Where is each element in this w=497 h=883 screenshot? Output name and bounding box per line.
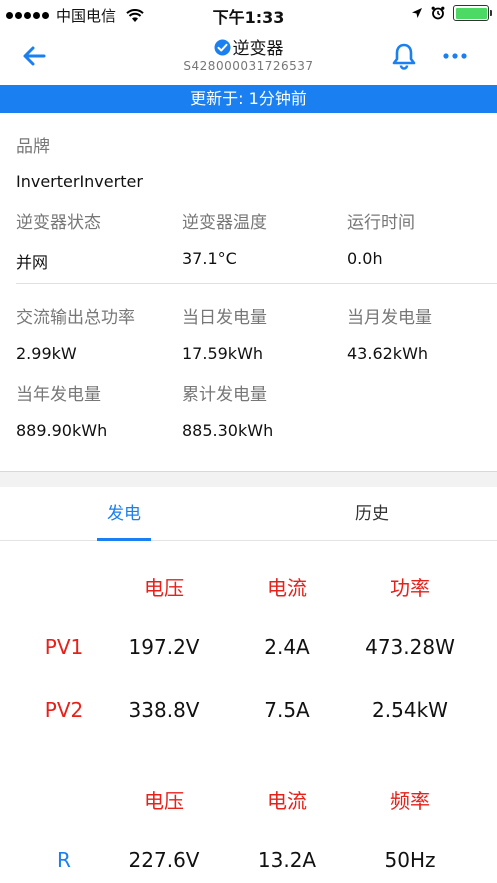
month-energy-label: 当月发电量 bbox=[347, 308, 432, 328]
update-banner: 更新于: 1分钟前 bbox=[0, 85, 497, 113]
status-label: 逆变器状态 bbox=[16, 213, 101, 233]
runtime-value: 0.0h bbox=[347, 249, 383, 268]
bell-icon[interactable] bbox=[390, 42, 418, 70]
phase-r-frequency: 50Hz bbox=[384, 848, 436, 872]
ac-header-current: 电流 bbox=[267, 789, 307, 813]
year-energy-value: 889.90kWh bbox=[16, 421, 108, 440]
tab-bar: 发电 历史 bbox=[0, 487, 497, 541]
phase-r-current: 13.2A bbox=[257, 848, 317, 872]
info-divider bbox=[16, 283, 497, 284]
temperature-label: 逆变器温度 bbox=[182, 213, 267, 233]
verified-check-icon bbox=[214, 39, 230, 56]
day-energy-label: 当日发电量 bbox=[182, 308, 267, 328]
ac-power-label: 交流输出总功率 bbox=[16, 308, 135, 328]
pv2-current: 7.5A bbox=[264, 698, 310, 722]
pv2-voltage: 338.8V bbox=[128, 698, 200, 722]
phase-r-voltage: 227.6V bbox=[128, 848, 200, 872]
pv1-voltage: 197.2V bbox=[128, 635, 200, 659]
status-value: 并网 bbox=[16, 253, 49, 272]
dc-header-power: 功率 bbox=[390, 576, 430, 600]
runtime-label: 运行时间 bbox=[347, 213, 415, 233]
temperature-value: 37.1°C bbox=[182, 249, 237, 268]
ac-power-value: 2.99kW bbox=[16, 344, 77, 363]
serial-number: S428000031726537 bbox=[183, 59, 314, 73]
total-energy-value: 885.30kWh bbox=[182, 421, 274, 440]
inverter-info-panel: 品牌 InverterInverter 逆变器状态 逆变器温度 运行时间 并网 … bbox=[0, 113, 497, 471]
dc-header-current: 电流 bbox=[267, 576, 307, 600]
active-tab-indicator bbox=[97, 538, 151, 541]
dc-header-voltage: 电压 bbox=[144, 576, 184, 600]
page-title: 逆变器 bbox=[0, 34, 497, 59]
status-right bbox=[411, 5, 492, 21]
pv1-current: 2.4A bbox=[264, 635, 310, 659]
day-energy-value: 17.59kWh bbox=[182, 344, 264, 363]
nav-bar: 逆变器 S428000031726537 bbox=[0, 28, 497, 84]
brand-value: InverterInverter bbox=[16, 172, 143, 191]
ac-header-voltage: 电压 bbox=[144, 789, 184, 813]
month-energy-value: 43.62kWh bbox=[347, 344, 429, 363]
status-bar: 中国电信 下午1:33 bbox=[0, 0, 497, 28]
pv1-power: 473.28W bbox=[365, 635, 455, 659]
tab-generation[interactable]: 发电 bbox=[62, 487, 186, 541]
battery-icon bbox=[453, 5, 492, 21]
location-arrow-icon bbox=[412, 8, 422, 18]
brand-label: 品牌 bbox=[16, 137, 50, 157]
pv2-power: 2.54kW bbox=[372, 698, 448, 722]
alarm-icon bbox=[431, 6, 445, 20]
page-title-text: 逆变器 bbox=[232, 39, 284, 59]
total-energy-label: 累计发电量 bbox=[182, 385, 267, 405]
ac-header-frequency: 频率 bbox=[390, 789, 430, 813]
tab-history[interactable]: 历史 bbox=[310, 487, 434, 541]
more-dots-icon[interactable] bbox=[441, 50, 469, 62]
year-energy-label: 当年发电量 bbox=[16, 385, 101, 405]
section-separator bbox=[0, 471, 497, 487]
